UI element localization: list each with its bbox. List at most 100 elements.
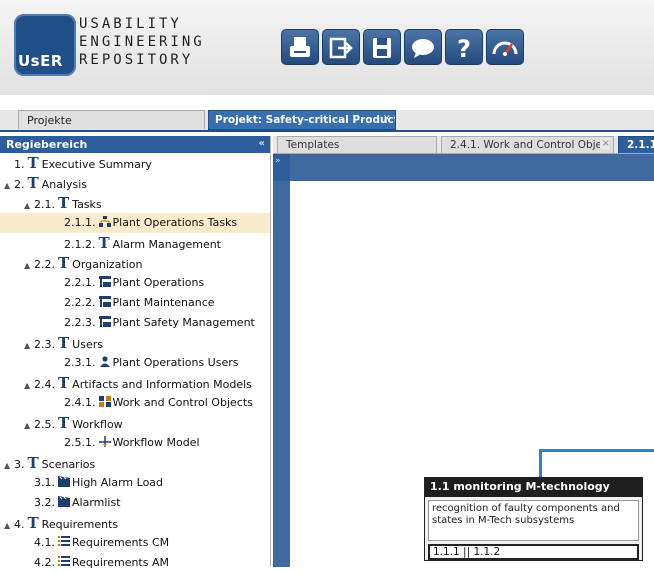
tree-item-number: 3.2. — [34, 496, 55, 509]
tree-item-number: 2.1.2. — [64, 238, 96, 251]
tree-item-label: Tasks — [72, 198, 102, 211]
close-icon[interactable]: × — [383, 113, 391, 124]
text-section-icon: T — [58, 374, 70, 392]
close-icon[interactable]: × — [599, 138, 610, 149]
text-section-icon: T — [27, 174, 39, 192]
tree-item[interactable]: 1. T Executive Summary — [0, 153, 270, 173]
tree-item-number: 4.2. — [34, 556, 55, 569]
editor-toolbar: » — [273, 154, 654, 182]
editor-tab[interactable]: 2.1.1 — [618, 136, 654, 153]
tree-item[interactable]: ▲ 2. T Analysis — [0, 173, 270, 193]
editor-tab-bar: Templates 2.4.1. Work and Control Objec × 2… — [273, 136, 654, 154]
tab-project[interactable]: Projekt: Safety-critical Product × — [208, 110, 396, 130]
text-section-icon: T — [58, 254, 70, 272]
org-icon — [98, 276, 113, 289]
req-icon — [58, 536, 72, 549]
side-strip — [273, 181, 290, 567]
help-icon: ? — [457, 35, 471, 62]
workflow-icon — [98, 436, 113, 449]
node-description: recognition of faulty components and sta… — [428, 500, 639, 541]
scenario-icon — [58, 496, 72, 509]
tree-item-label: Workflow Model — [112, 436, 200, 449]
tree-item-label: Plant Maintenance — [112, 296, 215, 309]
tree-item[interactable]: 2.2.3. Plant Safety Management — [0, 313, 270, 333]
tree-item-number: 2.1.1. — [64, 216, 96, 229]
editor-tab-label: 2.1.1 — [627, 139, 654, 151]
tree-item-label: Scenarios — [41, 458, 96, 471]
tree-item-label: Requirements CM — [72, 536, 170, 549]
tree-item-number: 2.5. — [34, 418, 55, 431]
project-tree: 1. T Executive Summary ▲ 2. T Analysis ▲ 2.1. T Ta… — [0, 153, 270, 573]
tree-item-number: 4. — [14, 518, 25, 531]
text-section-icon: T — [58, 194, 70, 212]
tree-item[interactable]: 4.1. Requirements CM — [0, 533, 270, 553]
tree-item-number: 2.1. — [34, 198, 55, 211]
tree-item-number: 2.2.2. — [64, 296, 96, 309]
panel-title: Regiebereich — [6, 138, 88, 151]
user-icon — [99, 356, 113, 369]
editor-tab[interactable]: 2.4.1. Work and Control Objec × — [441, 136, 614, 153]
export-button[interactable] — [322, 29, 360, 65]
tree-item[interactable]: 2.3.1. Plant Operations Users — [0, 353, 270, 373]
node-title: 1.1 monitoring M-technology — [425, 478, 642, 497]
comment-button[interactable] — [404, 29, 442, 65]
tree-item[interactable]: 2.5.1. Workflow Model — [0, 433, 270, 453]
tree-item-label: Requirements — [41, 518, 119, 531]
tree-item-label: Artifacts and Information Models — [72, 378, 252, 391]
tree-item-label: Users — [72, 338, 103, 351]
tree-item[interactable]: 2.1.2. T Alarm Management — [0, 233, 270, 253]
editor-tab-label: 2.4.1. Work and Control Objec — [450, 139, 608, 151]
tree-item[interactable]: ▲ 2.4. T Artifacts and Information Models — [0, 373, 270, 393]
collapse-icon[interactable]: « — [259, 138, 265, 149]
dashboard-button[interactable] — [486, 29, 524, 65]
tree-item[interactable]: ▲ 4. T Requirements — [0, 513, 270, 533]
tree-item-label: Plant Operations Users — [112, 356, 239, 369]
tree-item-number: 2.3. — [34, 338, 55, 351]
tree-item[interactable]: ▲ 3. T Scenarios — [0, 453, 270, 473]
tree-item-label: Executive Summary — [41, 158, 152, 171]
panel-header: Regiebereich « — [0, 136, 270, 153]
tree-item[interactable]: 2.2.2. Plant Maintenance — [0, 293, 270, 313]
tree-item[interactable]: 3.1. High Alarm Load — [0, 473, 270, 493]
tree-item-label: Requirements AM — [72, 556, 169, 569]
tree-item-label: Alarmlist — [72, 496, 121, 509]
tree-item-label: Plant Operations — [112, 276, 205, 289]
save-icon — [373, 38, 391, 58]
save-button[interactable] — [363, 29, 401, 65]
node-refs: 1.1.1 || 1.1.2 — [428, 544, 639, 560]
print-button[interactable] — [281, 29, 319, 65]
text-section-icon: T — [27, 454, 39, 472]
tree-item[interactable]: ▲ 2.5. T Workflow — [0, 413, 270, 433]
scenario-icon — [58, 476, 72, 489]
svg-text:?: ? — [457, 35, 471, 62]
tree-item-label: Workflow — [72, 418, 123, 431]
logo-text: Usability Engineering Repository — [79, 15, 205, 69]
objects-icon — [98, 396, 113, 409]
tree-item-number: 2.4. — [34, 378, 55, 391]
expand-icon[interactable]: » — [275, 156, 281, 166]
tree-item[interactable]: 4.2. Requirements AM — [0, 553, 270, 573]
tree-item-number: 4.1. — [34, 536, 55, 549]
project-tab-bar: Projekte Projekt: Safety-critical Produc… — [0, 110, 654, 132]
tree-item[interactable]: 2.4.1. Work and Control Objects — [0, 393, 270, 413]
tree-item-number: 2.2.3. — [64, 316, 96, 329]
editor-tab[interactable]: Templates — [277, 136, 437, 153]
task-node[interactable]: 1.1 monitoring M-technology recognition … — [424, 477, 643, 561]
logo: UsER — [14, 14, 76, 76]
tree-item-label: Organization — [72, 258, 143, 271]
text-section-icon: T — [58, 414, 70, 432]
tree-item[interactable]: 3.2. Alarmlist — [0, 493, 270, 513]
tree-item[interactable]: ▲ 2.2. T Organization — [0, 253, 270, 273]
org-icon — [98, 316, 113, 329]
tree-item-label: Alarm Management — [112, 238, 221, 251]
tab-projects[interactable]: Projekte — [18, 110, 205, 129]
tree-item-number: 2.3.1. — [64, 356, 96, 369]
tree-item-number: 2.2. — [34, 258, 55, 271]
help-button[interactable]: ? — [445, 29, 483, 65]
dashboard-icon — [492, 41, 518, 56]
tree-item[interactable]: 2.1.1. Plant Operations Tasks — [0, 213, 270, 233]
tree-item[interactable]: ▲ 2.1. T Tasks — [0, 193, 270, 213]
tree-item[interactable]: 2.2.1. Plant Operations — [0, 273, 270, 293]
tree-item[interactable]: ▲ 2.3. T Users — [0, 333, 270, 353]
tree-item-number: 2.4.1. — [64, 396, 96, 409]
